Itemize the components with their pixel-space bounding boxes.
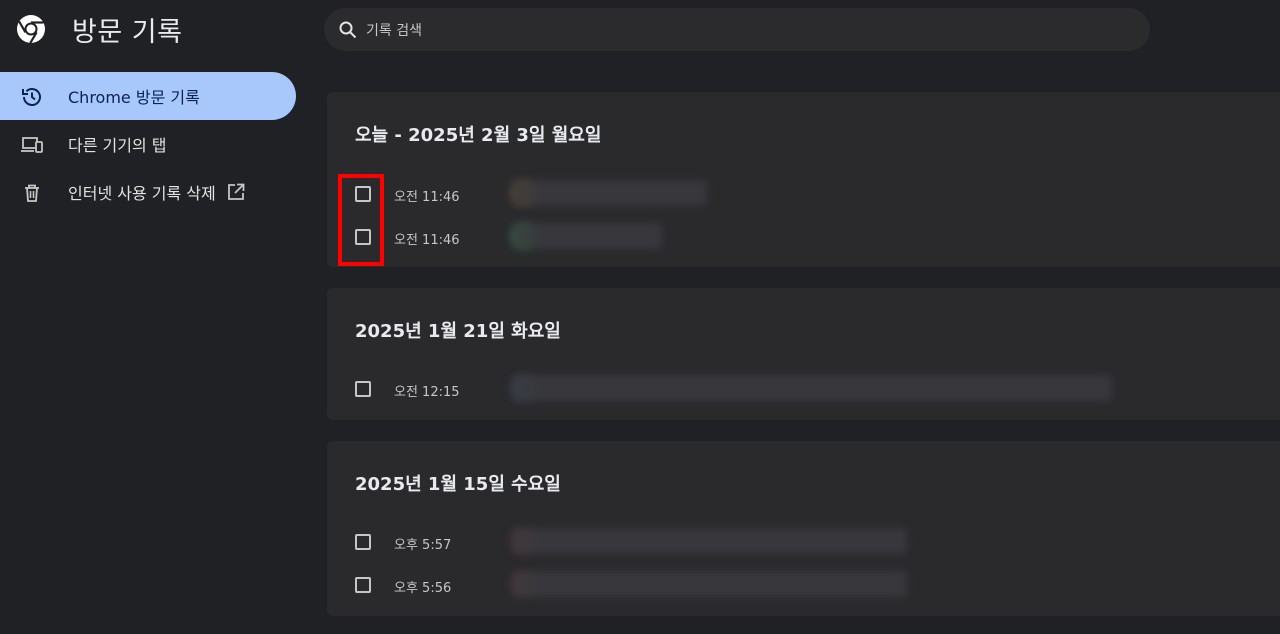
page-title: 방문 기록 (72, 17, 183, 48)
entry-title-redacted (512, 528, 907, 554)
entry-checkbox[interactable] (355, 229, 371, 245)
sidebar-item-label: 인터넷 사용 기록 삭제 (68, 180, 246, 204)
trash-icon (25, 184, 39, 202)
group-title: 2025년 1월 21일 화요일 (355, 321, 561, 342)
sidebar-item-chrome-history[interactable]: Chrome 방문 기록 (0, 72, 296, 120)
entry-title-redacted (512, 180, 707, 206)
entry-time: 오후 5:57 (394, 538, 452, 553)
sidebar-item-label: 다른 기기의 탭 (68, 136, 167, 155)
header: 방문 기록 (0, 0, 1280, 60)
entry-checkbox[interactable] (355, 186, 371, 202)
clear-data-label: 인터넷 사용 기록 삭제 (68, 184, 216, 203)
history-group-today: 오늘 - 2025년 2월 3일 월요일 오전 11:46 오전 11:46 (327, 92, 1280, 267)
chrome-logo-icon[interactable] (15, 13, 47, 45)
entry-checkbox[interactable] (355, 381, 371, 397)
history-entry[interactable]: 오후 5:56 (327, 566, 1267, 606)
search-box[interactable] (324, 8, 1150, 53)
group-title: 2025년 1월 15일 수요일 (355, 474, 561, 495)
entry-title-redacted (512, 571, 907, 597)
history-entry[interactable]: 오후 5:57 (327, 523, 1267, 563)
entry-time: 오전 11:46 (394, 233, 460, 248)
entry-title-redacted (512, 375, 1112, 401)
sidebar: Chrome 방문 기록 다른 기기의 탭 인터넷 사용 기록 삭제 (0, 72, 300, 216)
entry-time: 오후 5:56 (394, 581, 452, 596)
search-icon (339, 21, 357, 39)
entry-checkbox[interactable] (355, 577, 371, 593)
entry-time: 오전 11:46 (394, 190, 460, 205)
entry-checkbox[interactable] (355, 534, 371, 550)
entry-title-redacted (512, 223, 662, 249)
devices-icon (21, 137, 43, 153)
sidebar-item-clear-browsing-data[interactable]: 인터넷 사용 기록 삭제 (0, 168, 296, 216)
group-title: 오늘 - 2025년 2월 3일 월요일 (355, 125, 602, 146)
history-entry[interactable]: 오전 12:15 (327, 370, 1267, 410)
entry-time: 오전 12:15 (394, 385, 460, 400)
sidebar-item-other-devices[interactable]: 다른 기기의 탭 (0, 120, 296, 168)
history-entry[interactable]: 오전 11:46 (327, 175, 1267, 215)
open-in-new-icon (227, 183, 245, 200)
search-input[interactable] (364, 8, 1128, 53)
history-group-2025-01-15: 2025년 1월 15일 수요일 오후 5:57 오후 5:56 (327, 441, 1280, 616)
sidebar-item-label: Chrome 방문 기록 (68, 88, 200, 107)
history-icon (22, 88, 41, 106)
history-group-2025-01-21: 2025년 1월 21일 화요일 오전 12:15 (327, 288, 1280, 420)
history-entry[interactable]: 오전 11:46 (327, 218, 1267, 258)
